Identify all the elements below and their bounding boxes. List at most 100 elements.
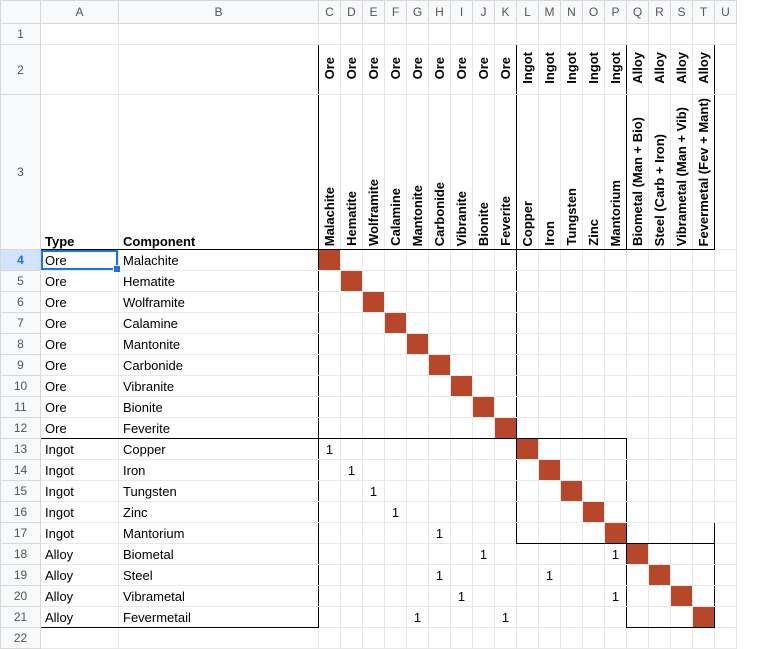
row-8[interactable]: 8OreMantonite xyxy=(1,334,737,355)
rownum-2[interactable]: 2 xyxy=(1,45,41,95)
cell-type[interactable]: Ore xyxy=(41,250,119,271)
rownum-16[interactable]: 16 xyxy=(1,502,41,523)
rownum-7[interactable]: 7 xyxy=(1,313,41,334)
col-R[interactable]: R xyxy=(649,1,671,24)
rownum-1[interactable]: 1 xyxy=(1,24,41,45)
rownum-17[interactable]: 17 xyxy=(1,523,41,544)
col-name: Biometal (Man + Bio) xyxy=(630,117,645,246)
col-G[interactable]: G xyxy=(407,1,429,24)
col-type: Ore xyxy=(388,57,403,79)
row-16[interactable]: 16IngotZinc1 xyxy=(1,502,737,523)
rownum-14[interactable]: 14 xyxy=(1,460,41,481)
col-L[interactable]: L xyxy=(517,1,539,24)
row-15[interactable]: 15IngotTungsten1 xyxy=(1,481,737,502)
header-type: Type xyxy=(41,234,74,249)
col-name: Fevermetal (Fev + Mant) xyxy=(696,98,711,246)
col-E[interactable]: E xyxy=(363,1,385,24)
col-name: Zinc xyxy=(586,219,601,246)
row-10[interactable]: 10OreVibranite xyxy=(1,376,737,397)
cell-value[interactable]: 1 xyxy=(319,439,341,460)
rownum-18[interactable]: 18 xyxy=(1,544,41,565)
rownum-5[interactable]: 5 xyxy=(1,271,41,292)
col-O[interactable]: O xyxy=(583,1,605,24)
select-all[interactable] xyxy=(1,1,41,24)
col-type: Ore xyxy=(410,57,425,79)
col-name: Carbonide xyxy=(432,182,447,246)
col-U[interactable]: U xyxy=(715,1,737,24)
row-14[interactable]: 14IngotIron1 xyxy=(1,460,737,481)
row-9[interactable]: 9OreCarbonide xyxy=(1,355,737,376)
row-21[interactable]: 21AlloyFevermetail11 xyxy=(1,607,737,628)
col-C[interactable]: C xyxy=(319,1,341,24)
row-2[interactable]: 2 Ore Ore Ore Ore Ore Ore Ore Ore Ore In… xyxy=(1,45,737,95)
col-H[interactable]: H xyxy=(429,1,451,24)
row-3[interactable]: 3 Type Component Malachite Hematite Wolf… xyxy=(1,95,737,250)
col-I[interactable]: I xyxy=(451,1,473,24)
rownum-22[interactable]: 22 xyxy=(1,628,41,649)
col-name: Copper xyxy=(520,201,535,247)
col-type: Ore xyxy=(454,57,469,79)
col-name: Iron xyxy=(542,221,557,246)
col-type: Alloy xyxy=(674,52,689,84)
col-type: Ore xyxy=(344,57,359,79)
header-component: Component xyxy=(119,234,195,249)
col-J[interactable]: J xyxy=(473,1,495,24)
col-B[interactable]: B xyxy=(119,1,319,24)
col-S[interactable]: S xyxy=(671,1,693,24)
row-6[interactable]: 6OreWolframite xyxy=(1,292,737,313)
column-header-row[interactable]: A B C D E F G H I J K L M N O P Q R S T … xyxy=(1,1,737,24)
col-K[interactable]: K xyxy=(495,1,517,24)
row-19[interactable]: 19AlloySteel11 xyxy=(1,565,737,586)
rownum-20[interactable]: 20 xyxy=(1,586,41,607)
row-5[interactable]: 5OreHematite xyxy=(1,271,737,292)
col-D[interactable]: D xyxy=(341,1,363,24)
row-1[interactable]: 1 xyxy=(1,24,737,45)
col-F[interactable]: F xyxy=(385,1,407,24)
row-11[interactable]: 11OreBionite xyxy=(1,397,737,418)
col-Q[interactable]: Q xyxy=(627,1,649,24)
col-name: Hematite xyxy=(344,191,359,246)
rownum-19[interactable]: 19 xyxy=(1,565,41,586)
rownum-9[interactable]: 9 xyxy=(1,355,41,376)
rownum-4[interactable]: 4 xyxy=(1,250,41,271)
col-T[interactable]: T xyxy=(693,1,715,24)
col-type: Ore xyxy=(432,57,447,79)
col-name: Vibranite xyxy=(454,191,469,246)
row-4[interactable]: 4OreMalachite xyxy=(1,250,737,271)
col-type: Ore xyxy=(498,57,513,79)
row-13[interactable]: 13IngotCopper1 xyxy=(1,439,737,460)
col-type: Ingot xyxy=(542,52,557,84)
col-name: Mantorium xyxy=(608,180,623,246)
col-type: Alloy xyxy=(696,52,711,84)
rownum-11[interactable]: 11 xyxy=(1,397,41,418)
cell-comp[interactable]: Malachite xyxy=(119,250,319,271)
col-type: Ore xyxy=(322,57,337,79)
col-name: Malachite xyxy=(322,187,337,246)
col-type: Ingot xyxy=(586,52,601,84)
col-type: Ingot xyxy=(564,52,579,84)
col-type: Ingot xyxy=(608,52,623,84)
col-N[interactable]: N xyxy=(561,1,583,24)
col-M[interactable]: M xyxy=(539,1,561,24)
rownum-6[interactable]: 6 xyxy=(1,292,41,313)
col-P[interactable]: P xyxy=(605,1,627,24)
rownum-8[interactable]: 8 xyxy=(1,334,41,355)
row-22[interactable]: 22 xyxy=(1,628,737,649)
col-name: Vibrametal (Man + Vib) xyxy=(674,107,689,246)
row-7[interactable]: 7OreCalamine xyxy=(1,313,737,334)
row-12[interactable]: 12OreFeverite xyxy=(1,418,737,439)
col-type: Alloy xyxy=(652,52,667,84)
rownum-15[interactable]: 15 xyxy=(1,481,41,502)
rownum-13[interactable]: 13 xyxy=(1,439,41,460)
col-name: Wolframite xyxy=(366,179,381,246)
rownum-3[interactable]: 3 xyxy=(1,95,41,250)
col-A[interactable]: A xyxy=(41,1,119,24)
rownum-21[interactable]: 21 xyxy=(1,607,41,628)
row-17[interactable]: 17IngotMantorium1 xyxy=(1,523,737,544)
row-18[interactable]: 18AlloyBiometal11 xyxy=(1,544,737,565)
row-20[interactable]: 20AlloyVibrametal11 xyxy=(1,586,737,607)
rownum-12[interactable]: 12 xyxy=(1,418,41,439)
col-type: Ingot xyxy=(520,52,535,84)
spreadsheet-grid[interactable]: A B C D E F G H I J K L M N O P Q R S T … xyxy=(0,0,737,649)
rownum-10[interactable]: 10 xyxy=(1,376,41,397)
